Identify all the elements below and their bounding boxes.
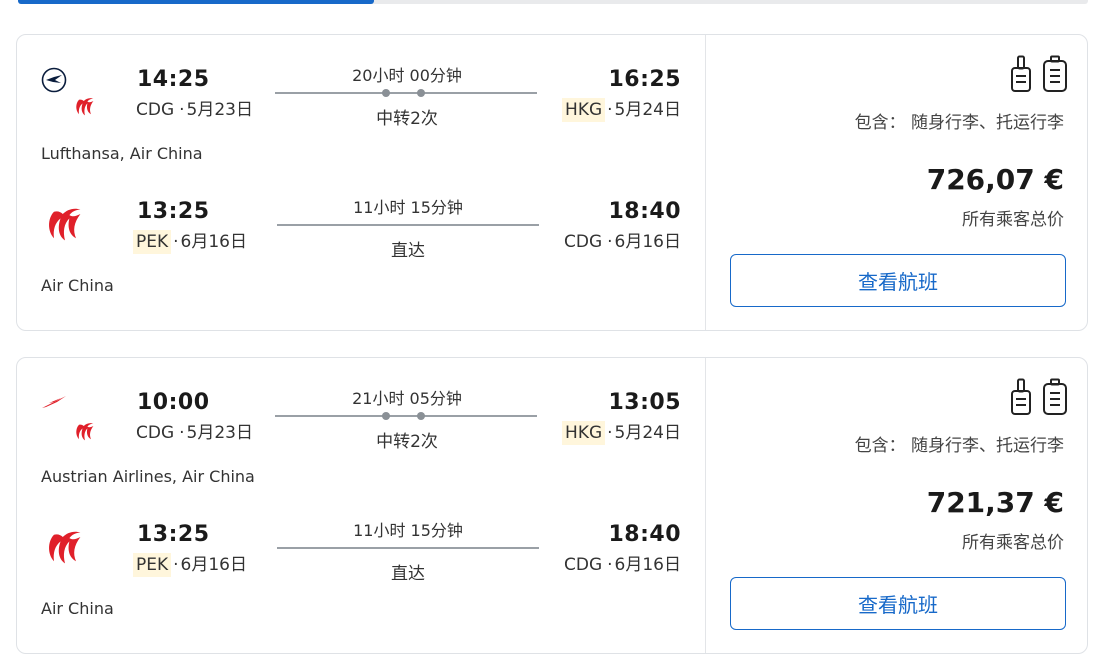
airline-names: Lufthansa, Air China bbox=[41, 144, 203, 163]
price-note: 所有乘客总价 bbox=[962, 210, 1064, 230]
stop-dot bbox=[382, 412, 390, 420]
air-china-logo-icon bbox=[49, 531, 81, 564]
view-flight-button[interactable]: 查看航班 bbox=[730, 254, 1066, 307]
arrive-airport-code: CDG bbox=[564, 555, 603, 575]
airline-names: Air China bbox=[41, 276, 114, 295]
arrive-airport-code: CDG bbox=[564, 232, 603, 252]
total-price: 721,37 € bbox=[926, 486, 1064, 519]
checked-bag-icon bbox=[1043, 55, 1067, 92]
flight-duration: 21小时 05分钟 bbox=[352, 389, 462, 408]
arrive-date: 6月16日 bbox=[614, 232, 681, 252]
carry-on-bag-icon bbox=[1011, 378, 1031, 415]
depart-time: 13:25 bbox=[137, 199, 210, 224]
included-label: 包含： bbox=[854, 113, 906, 133]
stop-dot bbox=[417, 89, 425, 97]
airline-names: Air China bbox=[41, 599, 114, 618]
included-label: 包含： bbox=[854, 436, 906, 456]
inbound-leg: 13:25 PEK · 6月16日 11小时 15分钟 直达 18:40 CDG · 6… bbox=[17, 167, 705, 297]
arrive-time: 18:40 bbox=[608, 199, 681, 224]
austrian-airlines-logo-icon bbox=[42, 396, 66, 408]
depart-airport-code: CDG bbox=[136, 423, 175, 443]
stops-label: 直达 bbox=[391, 564, 425, 584]
baggage-icons bbox=[1010, 378, 1068, 416]
price-panel: 包含： 随身行李、托运行李 726,07 € 所有乘客总价 查看航班 bbox=[706, 35, 1088, 330]
flight-result-card[interactable]: 14:25 CDG · 5月23日 20小时 00分钟 中转2次 16:25 HKG… bbox=[16, 34, 1088, 331]
carry-on-bag-icon bbox=[1011, 55, 1031, 92]
arrive-date: 5月24日 bbox=[614, 100, 681, 120]
route-line bbox=[277, 547, 539, 549]
depart-airport-date: PEK · 6月16日 bbox=[133, 227, 247, 254]
arrive-airport-date: CDG · 6月16日 bbox=[561, 227, 681, 254]
price-note: 所有乘客总价 bbox=[962, 533, 1064, 553]
depart-airport-date: CDG · 5月23日 bbox=[133, 418, 253, 445]
arrive-time: 16:25 bbox=[608, 67, 681, 92]
flight-duration: 11小时 15分钟 bbox=[353, 521, 463, 540]
route-line bbox=[275, 89, 537, 97]
stops-label: 中转2次 bbox=[376, 109, 438, 129]
depart-airport-date: PEK · 6月16日 bbox=[133, 550, 247, 577]
depart-time: 14:25 bbox=[137, 67, 210, 92]
route-line bbox=[277, 224, 539, 226]
arrive-date: 6月16日 bbox=[614, 555, 681, 575]
arrive-time: 13:05 bbox=[608, 390, 681, 415]
arrive-date: 5月24日 bbox=[614, 423, 681, 443]
outbound-leg: 14:25 CDG · 5月23日 20小时 00分钟 中转2次 16:25 HKG… bbox=[17, 35, 705, 165]
baggage-icons bbox=[1010, 55, 1068, 93]
depart-date: 6月16日 bbox=[180, 555, 247, 575]
depart-date: 6月16日 bbox=[180, 232, 247, 252]
arrive-airport-code: HKG bbox=[562, 98, 606, 122]
total-price: 726,07 € bbox=[926, 163, 1064, 196]
checked-bag-icon bbox=[1043, 378, 1067, 415]
air-china-logo-icon bbox=[49, 208, 81, 241]
outbound-leg: 10:00 CDG · 5月23日 21小时 05分钟 中转2次 13:05 HKG… bbox=[17, 358, 705, 488]
included-baggage: 包含： 随身行李、托运行李 bbox=[855, 431, 1064, 456]
depart-date: 5月23日 bbox=[186, 423, 253, 443]
price-panel: 包含： 随身行李、托运行李 721,37 € 所有乘客总价 查看航班 bbox=[706, 358, 1088, 653]
included-baggage: 包含： 随身行李、托运行李 bbox=[855, 108, 1064, 133]
view-flight-button[interactable]: 查看航班 bbox=[730, 577, 1066, 630]
active-tab-indicator bbox=[18, 0, 374, 4]
lufthansa-logo-icon bbox=[41, 67, 67, 93]
flight-duration: 20小时 00分钟 bbox=[352, 66, 462, 85]
depart-time: 10:00 bbox=[137, 390, 210, 415]
included-items: 随身行李、托运行李 bbox=[911, 436, 1064, 456]
stops-label: 直达 bbox=[391, 241, 425, 261]
stop-dot bbox=[382, 89, 390, 97]
arrive-airport-date: HKG · 5月24日 bbox=[562, 95, 681, 122]
stops-label: 中转2次 bbox=[376, 432, 438, 452]
arrive-airport-date: CDG · 6月16日 bbox=[561, 550, 681, 577]
depart-airport-code: PEK bbox=[133, 553, 172, 577]
flight-result-card[interactable]: 10:00 CDG · 5月23日 21小时 05分钟 中转2次 13:05 HKG… bbox=[16, 357, 1088, 654]
arrive-airport-code: HKG bbox=[562, 421, 606, 445]
depart-airport-date: CDG · 5月23日 bbox=[133, 95, 253, 122]
airline-names: Austrian Airlines, Air China bbox=[41, 467, 255, 486]
arrive-airport-date: HKG · 5月24日 bbox=[562, 418, 681, 445]
air-china-logo-icon bbox=[76, 98, 94, 116]
stop-dot bbox=[417, 412, 425, 420]
air-china-logo-icon bbox=[76, 423, 94, 441]
depart-date: 5月23日 bbox=[186, 100, 253, 120]
depart-time: 13:25 bbox=[137, 522, 210, 547]
depart-airport-code: CDG bbox=[136, 100, 175, 120]
inbound-leg: 13:25 PEK · 6月16日 11小时 15分钟 直达 18:40 CDG · 6… bbox=[17, 490, 705, 620]
arrive-time: 18:40 bbox=[608, 522, 681, 547]
included-items: 随身行李、托运行李 bbox=[911, 113, 1064, 133]
flight-duration: 11小时 15分钟 bbox=[353, 198, 463, 217]
route-line bbox=[275, 412, 537, 420]
depart-airport-code: PEK bbox=[133, 230, 172, 254]
results-tab-bar bbox=[18, 0, 1088, 4]
